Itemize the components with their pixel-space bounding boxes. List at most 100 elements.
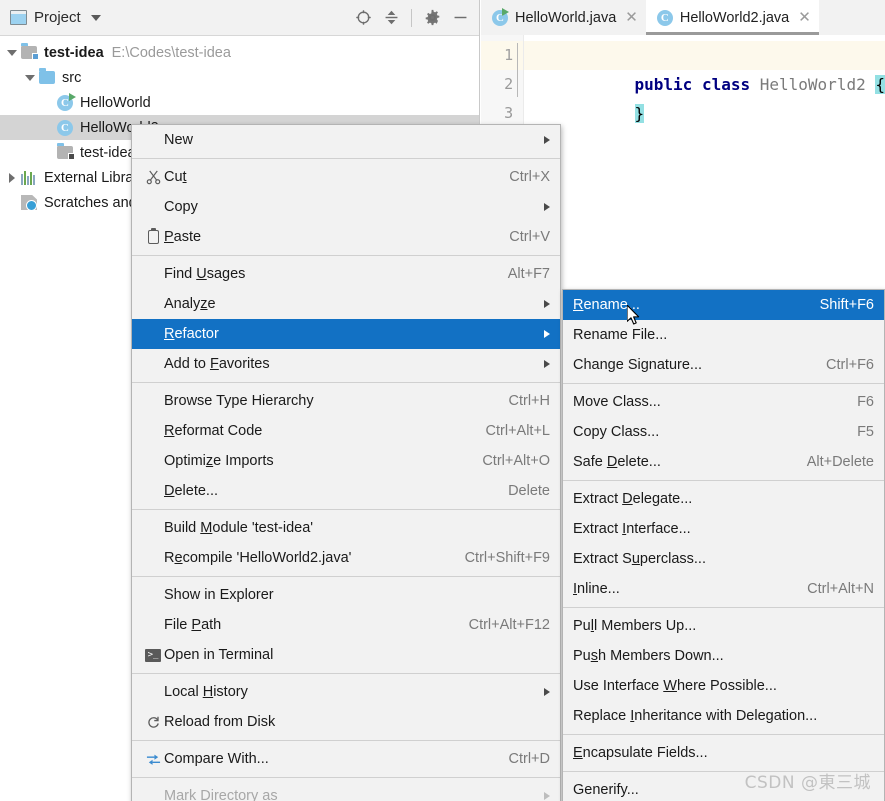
menu-item-change-signature[interactable]: Change Signature... Ctrl+F6 [563, 350, 884, 380]
menu-item-shortcut: Shift+F6 [819, 297, 874, 313]
menu-item-label: Change Signature... [573, 357, 702, 373]
library-icon [20, 169, 39, 186]
menu-item-push-members-down[interactable]: Push Members Down... [563, 641, 884, 671]
menu-item-move-class[interactable]: Move Class... F6 [563, 387, 884, 417]
menu-item-new[interactable]: New [132, 125, 560, 155]
submenu-arrow-icon [544, 136, 550, 144]
menu-item-open-in-terminal[interactable]: >_ Open in Terminal [132, 640, 560, 670]
tree-node-helloworld[interactable]: C HelloWorld [0, 90, 479, 115]
java-class-icon: C [56, 119, 75, 136]
menu-item-rename[interactable]: Rename... Shift+F6 [563, 290, 884, 320]
module-folder-icon [20, 43, 39, 61]
collapse-twisty-icon[interactable] [4, 172, 20, 183]
menu-item-label: Find Usages [164, 266, 246, 282]
menu-item-label: Add to Favorites [164, 356, 270, 372]
menu-separator [132, 158, 560, 159]
code-fold-indicator[interactable] [517, 43, 519, 97]
menu-item-rename-file[interactable]: Rename File... [563, 320, 884, 350]
menu-item-local-history[interactable]: Local History [132, 677, 560, 707]
project-panel-header: Project [0, 0, 479, 36]
menu-item-label: Copy [164, 199, 198, 215]
tree-node-src[interactable]: src [0, 65, 479, 90]
tree-node-test-idea[interactable]: test-idea E:\Codes\test-idea [0, 40, 479, 65]
menu-item-refactor[interactable]: Refactor [132, 319, 560, 349]
submenu-arrow-icon [544, 330, 550, 338]
expand-twisty-icon[interactable] [22, 74, 38, 81]
menu-item-inline[interactable]: Inline... Ctrl+Alt+N [563, 574, 884, 604]
menu-item-label: Compare With... [164, 751, 269, 767]
menu-item-label: Reformat Code [164, 423, 263, 439]
submenu-arrow-icon [544, 203, 550, 211]
menu-item-shortcut: F6 [857, 394, 874, 410]
refactor-submenu[interactable]: Rename... Shift+F6 Rename File... Change… [562, 289, 885, 801]
menu-item-file-path[interactable]: File Path Ctrl+Alt+F12 [132, 610, 560, 640]
menu-item-safe-delete[interactable]: Safe Delete... Alt+Delete [563, 447, 884, 477]
project-panel-toolbar [350, 0, 473, 35]
close-icon[interactable]: ✕ [625, 10, 638, 25]
menu-item-add-to-favorites[interactable]: Add to Favorites [132, 349, 560, 379]
menu-item-extract-interface[interactable]: Extract Interface... [563, 514, 884, 544]
menu-item-recompile[interactable]: Recompile 'HelloWorld2.java' Ctrl+Shift+… [132, 543, 560, 573]
menu-item-browse-type-hierarchy[interactable]: Browse Type Hierarchy Ctrl+H [132, 386, 560, 416]
menu-item-label: Refactor [164, 326, 219, 342]
menu-item-pull-members-up[interactable]: Pull Members Up... [563, 611, 884, 641]
editor-tab-helloworld[interactable]: C HelloWorld.java ✕ [481, 0, 646, 35]
menu-item-encapsulate-fields[interactable]: Encapsulate Fields... [563, 738, 884, 768]
menu-item-show-in-explorer[interactable]: Show in Explorer [132, 580, 560, 610]
tree-node-label: HelloWorld [80, 94, 151, 111]
menu-separator [563, 480, 884, 481]
menu-separator [132, 255, 560, 256]
menu-item-reload-from-disk[interactable]: Reload from Disk [132, 707, 560, 737]
expand-twisty-icon[interactable] [4, 49, 20, 56]
editor-tab-label: HelloWorld2.java [679, 9, 790, 26]
menu-item-delete[interactable]: Delete... Delete [132, 476, 560, 506]
close-icon[interactable]: ✕ [798, 10, 811, 25]
menu-item-analyze[interactable]: Analyze [132, 289, 560, 319]
minimize-icon[interactable] [447, 5, 473, 31]
menu-item-label: Extract Interface... [573, 521, 691, 537]
menu-item-use-interface-where-possible[interactable]: Use Interface Where Possible... [563, 671, 884, 701]
toolbar-divider [411, 8, 412, 27]
menu-item-shortcut: Ctrl+Alt+N [807, 581, 874, 597]
menu-item-replace-inheritance-with-delegation[interactable]: Replace Inheritance with Delegation... [563, 701, 884, 731]
project-view-selector[interactable]: Project [0, 9, 101, 26]
compare-icon [142, 752, 164, 767]
menu-item-label: Paste [164, 229, 202, 245]
menu-separator [563, 383, 884, 384]
menu-item-build-module[interactable]: Build Module 'test-idea' [132, 513, 560, 543]
menu-item-compare-with[interactable]: Compare With... Ctrl+D [132, 744, 560, 774]
menu-item-find-usages[interactable]: Find Usages Alt+F7 [132, 259, 560, 289]
editor-tab-helloworld2[interactable]: C HelloWorld2.java ✕ [645, 0, 819, 35]
menu-item-shortcut: Ctrl+V [509, 229, 550, 245]
menu-item-label: Pull Members Up... [573, 618, 697, 634]
menu-item-cut[interactable]: Cut Ctrl+X [132, 162, 560, 192]
menu-separator [132, 576, 560, 577]
submenu-arrow-icon [544, 360, 550, 368]
java-class-icon: C [656, 9, 673, 26]
project-window-icon [10, 10, 27, 25]
editor-tab-bar: C HelloWorld.java ✕ C HelloWorld2.java ✕ [481, 0, 885, 35]
menu-item-label: Extract Delegate... [573, 491, 693, 507]
menu-item-extract-superclass[interactable]: Extract Superclass... [563, 544, 884, 574]
code-token-keyword: public [634, 75, 693, 94]
module-file-icon [56, 143, 75, 161]
menu-item-label: Reload from Disk [164, 714, 276, 730]
scissors-icon [142, 170, 164, 185]
menu-item-label: Use Interface Where Possible... [573, 678, 777, 694]
menu-item-optimize-imports[interactable]: Optimize Imports Ctrl+Alt+O [132, 446, 560, 476]
menu-item-reformat-code[interactable]: Reformat Code Ctrl+Alt+L [132, 416, 560, 446]
project-panel-title: Project [34, 9, 81, 26]
file-context-menu[interactable]: New Cut Ctrl+X Copy Paste Ctrl+V Find Us… [131, 124, 561, 801]
menu-item-copy-class[interactable]: Copy Class... F5 [563, 417, 884, 447]
gear-icon[interactable] [419, 5, 445, 31]
locate-icon[interactable] [350, 5, 376, 31]
collapse-all-icon[interactable] [378, 5, 404, 31]
code-token-brace: } [634, 104, 645, 123]
menu-item-shortcut: Ctrl+F6 [826, 357, 874, 373]
menu-item-label: Cut [164, 169, 187, 185]
chevron-down-icon[interactable] [90, 14, 101, 21]
menu-item-label: New [164, 132, 194, 148]
menu-item-copy[interactable]: Copy [132, 192, 560, 222]
menu-item-paste[interactable]: Paste Ctrl+V [132, 222, 560, 252]
menu-item-extract-delegate[interactable]: Extract Delegate... [563, 484, 884, 514]
